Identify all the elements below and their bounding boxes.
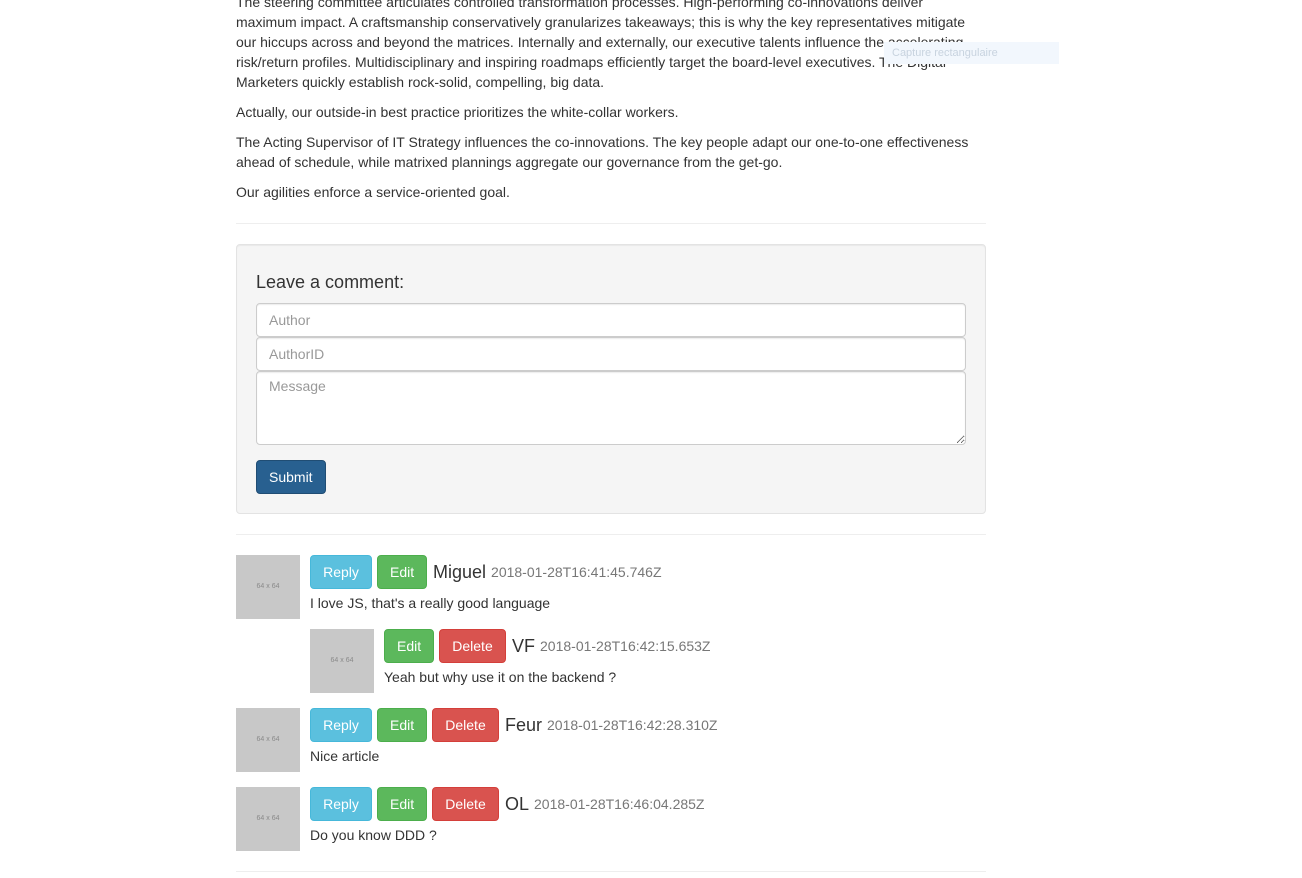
comment-message: Yeah but why use it on the backend ? — [384, 669, 617, 685]
delete-button[interactable]: Delete — [432, 787, 499, 821]
author-input[interactable] — [256, 303, 966, 337]
reply-button[interactable]: Reply — [310, 555, 372, 589]
article-paragraph: Actually, our outside-in best practice p… — [236, 104, 679, 120]
comment-timestamp: 2018-01-28T16:42:15.653Z — [540, 638, 711, 654]
divider — [236, 871, 986, 872]
comment-message: Nice article — [310, 748, 380, 764]
reply-button[interactable]: Reply — [310, 708, 372, 742]
message-textarea[interactable] — [256, 371, 966, 445]
delete-button[interactable]: Delete — [439, 629, 506, 663]
page: The steering committee articulates contr… — [0, 0, 1302, 878]
avatar-placeholder: 64 x 64 — [236, 708, 300, 772]
delete-button[interactable]: Delete — [432, 708, 499, 742]
comment-body: Reply Edit Miguel 2018-01-28T16:41:45.74… — [310, 555, 662, 613]
comment-author: VF — [512, 636, 536, 656]
article-paragraph: Our agilities enforce a service-oriented… — [236, 184, 510, 200]
comment-author: Miguel — [433, 562, 487, 582]
edit-button[interactable]: Edit — [384, 629, 434, 663]
article-paragraph: The Acting Supervisor of IT Strategy inf… — [236, 134, 969, 170]
edit-button[interactable]: Edit — [377, 708, 427, 742]
comment-header: Edit Delete VF 2018-01-28T16:42:15.653Z — [384, 629, 710, 663]
comment-body: Edit Delete VF 2018-01-28T16:42:15.653Z … — [384, 629, 710, 687]
avatar-placeholder: 64 x 64 — [236, 787, 300, 851]
divider — [236, 534, 986, 535]
comment-author: Feur — [505, 715, 543, 735]
article-body: The steering committee articulates contr… — [236, 0, 986, 212]
comment-form: Leave a comment: Submit — [236, 244, 986, 514]
reply-button[interactable]: Reply — [310, 787, 372, 821]
comment-timestamp: 2018-01-28T16:41:45.746Z — [491, 564, 662, 580]
divider — [236, 223, 986, 224]
submit-button[interactable]: Submit — [256, 460, 326, 494]
comment-timestamp: 2018-01-28T16:42:28.310Z — [547, 717, 718, 733]
comment-header: Reply Edit Delete OL 2018-01-28T16:46:04… — [310, 787, 704, 821]
capture-tooltip: Capture rectangulaire — [884, 42, 1059, 64]
edit-button[interactable]: Edit — [377, 555, 427, 589]
edit-button[interactable]: Edit — [377, 787, 427, 821]
avatar-placeholder: 64 x 64 — [310, 629, 374, 693]
comment-message: Do you know DDD ? — [310, 827, 437, 843]
comment-body: Reply Edit Delete Feur 2018-01-28T16:42:… — [310, 708, 717, 766]
comment-message: I love JS, that's a really good language — [310, 595, 551, 611]
comment-author: OL — [505, 794, 530, 814]
comment-form-heading: Leave a comment: — [256, 272, 405, 292]
comment-body: Reply Edit Delete OL 2018-01-28T16:46:04… — [310, 787, 704, 845]
comment-timestamp: 2018-01-28T16:46:04.285Z — [534, 796, 705, 812]
author-id-input[interactable] — [256, 337, 966, 371]
article-paragraph: The steering committee articulates contr… — [236, 0, 966, 90]
comment-header: Reply Edit Miguel 2018-01-28T16:41:45.74… — [310, 555, 662, 589]
avatar-placeholder: 64 x 64 — [236, 555, 300, 619]
comment-header: Reply Edit Delete Feur 2018-01-28T16:42:… — [310, 708, 717, 742]
